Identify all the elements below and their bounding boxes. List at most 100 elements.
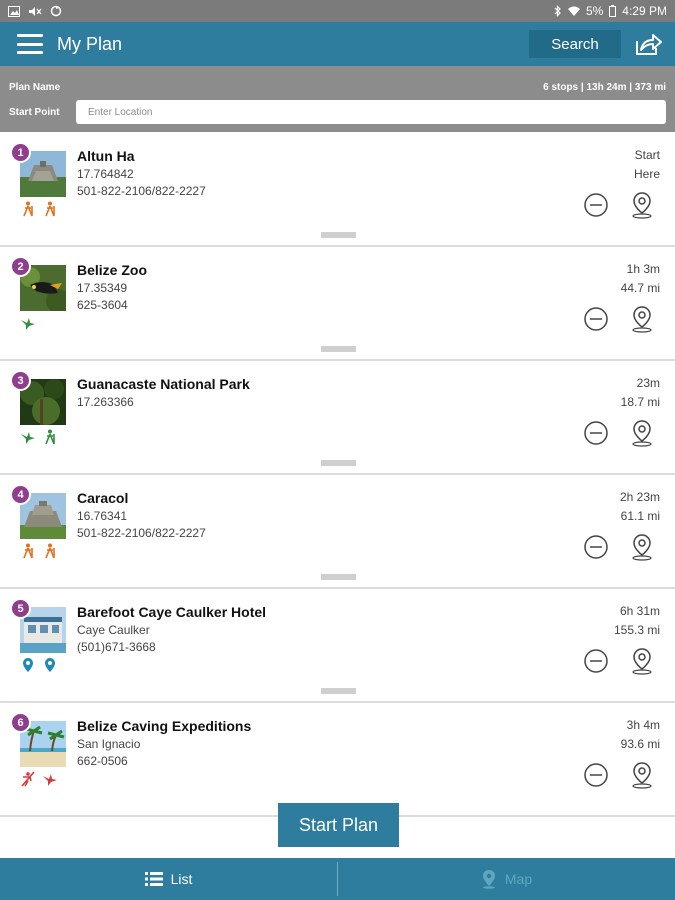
hiker-icon <box>42 201 58 217</box>
rappel-icon <box>20 771 36 787</box>
status-right: 5% 4:29 PM <box>554 4 667 18</box>
start-plan-button[interactable]: Start Plan <box>278 803 399 847</box>
stop-travel-time: 3h 4m <box>626 718 660 732</box>
stop-address: San Ignacio <box>77 737 141 751</box>
drag-handle[interactable] <box>321 574 356 580</box>
location-pin-icon <box>20 657 36 673</box>
stop-item[interactable]: 3 Guanacaste National Park 17.263366 23m… <box>0 361 675 475</box>
tab-map[interactable]: Map <box>338 858 675 900</box>
map-pin-icon[interactable] <box>630 761 654 789</box>
drag-handle[interactable] <box>321 688 356 694</box>
stop-item[interactable]: 1 Altun Ha 17.764842 501-822-2106/822-22… <box>0 133 675 247</box>
stop-coordinate: 17.35349 <box>77 281 128 295</box>
tab-list[interactable]: List <box>0 858 337 900</box>
stop-distance: 155.3 mi <box>613 623 660 637</box>
stop-travel-time: Start <box>634 148 660 162</box>
battery-percent: 5% <box>585 4 604 18</box>
status-left <box>8 5 62 17</box>
drag-handle[interactable] <box>321 232 356 238</box>
start-point-input[interactable] <box>76 100 666 124</box>
stop-number-badge: 3 <box>10 370 31 391</box>
category-icons <box>20 201 58 217</box>
stop-number-badge: 1 <box>10 142 31 163</box>
stop-distance: 18.7 mi <box>620 395 660 409</box>
stop-coordinate: 17.764842 <box>77 167 134 181</box>
sync-icon <box>50 5 62 17</box>
plan-header: Plan Name 6 stops | 13h 24m | 373 mi Sta… <box>0 66 675 132</box>
stop-name: Barefoot Caye Caulker Hotel <box>77 604 267 620</box>
stop-travel-time: 23m <box>636 376 660 390</box>
remove-stop-icon[interactable] <box>584 649 608 673</box>
bird-icon <box>20 429 36 445</box>
map-marker-icon <box>482 870 495 889</box>
list-icon <box>144 872 163 886</box>
image-icon <box>8 5 20 17</box>
app-bar: My Plan Search <box>0 22 675 66</box>
stop-number-badge: 4 <box>10 484 31 505</box>
plan-name-label: Plan Name <box>9 82 61 93</box>
map-pin-icon[interactable] <box>630 305 654 333</box>
stop-name: Guanacaste National Park <box>77 376 250 392</box>
stop-travel-time: 2h 23m <box>619 490 660 504</box>
stop-phone: 501-822-2106/822-2227 <box>77 526 206 540</box>
map-pin-icon[interactable] <box>630 533 654 561</box>
remove-stop-icon[interactable] <box>584 421 608 445</box>
tab-map-label: Map <box>504 871 533 887</box>
tab-list-label: List <box>170 871 193 887</box>
category-icons <box>20 657 58 673</box>
bottom-nav: List Map <box>0 858 675 900</box>
stop-number-badge: 5 <box>10 598 31 619</box>
stop-coordinate: 16.76341 <box>77 509 128 523</box>
drag-handle[interactable] <box>321 460 356 466</box>
plan-summary: 6 stops | 13h 24m | 373 mi <box>543 82 666 93</box>
share-icon[interactable] <box>634 31 662 57</box>
wifi-icon <box>567 6 580 16</box>
no-sound-icon <box>29 6 42 16</box>
bird-icon <box>20 315 36 331</box>
remove-stop-icon[interactable] <box>584 193 608 217</box>
map-pin-icon[interactable] <box>630 191 654 219</box>
stop-item[interactable]: 6 Belize Caving Expeditions San Ignacio … <box>0 703 675 817</box>
stop-item[interactable]: 5 Barefoot Caye Caulker Hotel Caye Caulk… <box>0 589 675 703</box>
stop-address: Caye Caulker <box>77 623 150 637</box>
remove-stop-icon[interactable] <box>584 763 608 787</box>
map-pin-icon[interactable] <box>630 647 654 675</box>
stop-phone: 662-0506 <box>77 754 128 768</box>
category-icons <box>20 315 36 331</box>
stop-phone: (501)671-3668 <box>77 640 156 654</box>
stop-distance: 93.6 mi <box>620 737 660 751</box>
start-point-label: Start Point <box>9 107 60 118</box>
stop-number-badge: 2 <box>10 256 31 277</box>
category-icons <box>20 771 58 787</box>
stop-name: Belize Caving Expeditions <box>77 718 252 734</box>
stop-name: Altun Ha <box>77 148 135 164</box>
hiker-icon <box>20 201 36 217</box>
stop-travel-time: 1h 3m <box>626 262 660 276</box>
stop-item[interactable]: 2 Belize Zoo 17.35349 625-3604 1h 3m 44.… <box>0 247 675 361</box>
stop-phone: 501-822-2106/822-2227 <box>77 184 206 198</box>
category-icons <box>20 543 58 559</box>
stop-distance: Here <box>633 167 660 181</box>
map-pin-icon[interactable] <box>630 419 654 447</box>
stop-list: 1 Altun Ha 17.764842 501-822-2106/822-22… <box>0 133 675 817</box>
remove-stop-icon[interactable] <box>584 307 608 331</box>
bird-icon <box>42 771 58 787</box>
stop-item[interactable]: 4 Caracol 16.76341 501-822-2106/822-2227… <box>0 475 675 589</box>
remove-stop-icon[interactable] <box>584 535 608 559</box>
search-button[interactable]: Search <box>529 30 621 58</box>
drag-handle[interactable] <box>321 346 356 352</box>
stop-distance: 61.1 mi <box>620 509 660 523</box>
clock: 4:29 PM <box>622 4 667 18</box>
hiker-icon <box>20 543 36 559</box>
stop-coordinate: 17.263366 <box>77 395 134 409</box>
stop-phone: 625-3604 <box>77 298 128 312</box>
battery-icon <box>609 5 617 17</box>
bluetooth-icon <box>554 5 561 17</box>
hiker-icon <box>42 543 58 559</box>
stop-name: Belize Zoo <box>77 262 148 278</box>
category-icons <box>20 429 58 445</box>
page-title: My Plan <box>57 33 123 54</box>
hiker-icon <box>42 429 58 445</box>
menu-icon[interactable] <box>17 34 43 54</box>
status-bar: 5% 4:29 PM <box>0 0 675 22</box>
